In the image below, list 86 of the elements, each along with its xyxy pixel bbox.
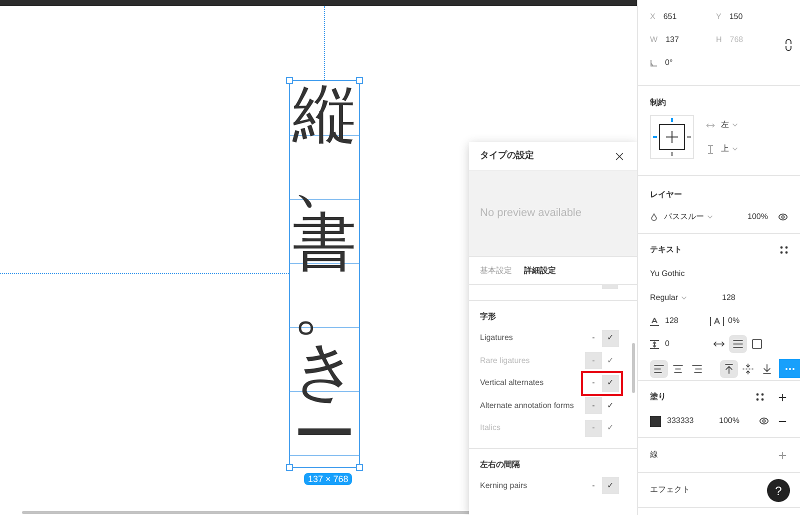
segmented-control[interactable]: - ✓	[581, 393, 623, 418]
feature-label: Vertical alternates	[480, 377, 544, 390]
feature-label: Ligatures	[480, 332, 513, 344]
auto-height-icon	[732, 338, 744, 350]
section-title: 制約	[650, 97, 667, 109]
section-title: エフェクト	[650, 484, 690, 496]
vertical-constraint-dropdown[interactable]: 上	[721, 143, 739, 155]
color-hex[interactable]: 333333	[667, 415, 719, 427]
blend-mode-icon	[650, 212, 658, 222]
feature-option[interactable]: -	[585, 397, 602, 414]
selection-handle[interactable]	[286, 77, 293, 84]
help-button[interactable]: ?	[767, 479, 790, 502]
blend-mode-dropdown[interactable]: パススルー	[664, 211, 714, 223]
selection-handle[interactable]	[286, 464, 293, 471]
opacity-value[interactable]: 100%	[748, 211, 768, 223]
section-title: 塗り	[650, 391, 666, 403]
scrollbar[interactable]	[22, 511, 472, 514]
line-height-icon	[650, 316, 659, 326]
angle-icon	[650, 60, 657, 66]
segmented-control[interactable]: - ✓	[581, 473, 623, 498]
field-value[interactable]: 0°	[665, 57, 673, 69]
letter-spacing-icon	[710, 316, 724, 326]
section-title: 字形	[480, 311, 497, 323]
horizontal-constraint-icon	[706, 120, 715, 130]
eye-icon[interactable]	[778, 212, 788, 222]
top-option[interactable]	[720, 360, 738, 378]
font-family[interactable]: Yu Gothic	[650, 268, 788, 280]
paragraph-spacing-icon	[650, 340, 659, 348]
feature-label: Alternate annotation forms	[480, 400, 574, 412]
selection-handle[interactable]	[356, 464, 363, 471]
chevron-down-icon	[706, 213, 714, 221]
feature-option[interactable]: -	[585, 477, 602, 494]
middle-icon	[742, 362, 754, 374]
feature-label: Italics	[480, 422, 500, 434]
feature-option[interactable]: -	[585, 374, 602, 392]
styles-icon[interactable]	[780, 246, 788, 254]
segmented-control[interactable]: - ✓	[581, 326, 623, 351]
constraint-widget[interactable]	[650, 115, 694, 159]
feature-label: Kerning pairs	[480, 480, 528, 492]
feature-label: Rare ligatures	[480, 354, 530, 367]
styles-icon[interactable]	[756, 393, 764, 401]
feature-option[interactable]: ✓	[602, 477, 619, 494]
auto-height-option[interactable]	[729, 335, 747, 353]
fixed-icon	[751, 338, 763, 350]
field-label: W	[650, 34, 658, 46]
bottom-icon	[761, 362, 773, 374]
font-style-dropdown[interactable]: Regular	[650, 292, 722, 304]
letter-spacing-value[interactable]: 0%	[728, 315, 740, 327]
section-title: 線	[650, 449, 658, 461]
field-label: X	[650, 11, 656, 23]
chevron-down-icon	[731, 145, 739, 153]
feature-option[interactable]: -	[585, 330, 602, 347]
size-label: 137 × 768	[304, 473, 352, 485]
dialog-title: タイプの設定	[480, 149, 534, 162]
top-icon	[723, 362, 735, 374]
section-title: レイヤー	[650, 189, 683, 201]
fill-opacity[interactable]: 100%	[719, 415, 740, 427]
field-value[interactable]: 150	[729, 11, 743, 23]
selection-handle[interactable]	[356, 77, 363, 84]
left-option[interactable]	[650, 360, 668, 378]
scrollbar-thumb[interactable]	[632, 343, 635, 393]
field-label: H	[716, 34, 722, 46]
left-icon	[653, 362, 665, 374]
eye-icon[interactable]	[759, 416, 769, 426]
field-label: Y	[716, 11, 722, 23]
paragraph-spacing-value[interactable]: 0	[665, 338, 670, 350]
vertical-constraint-icon	[706, 144, 715, 154]
right-icon	[691, 362, 703, 374]
feature-option[interactable]: ✓	[602, 374, 619, 392]
field-value[interactable]: 137	[666, 34, 679, 46]
add-icon[interactable]	[777, 392, 788, 402]
dialog-tab[interactable]: 詳細設定	[524, 264, 556, 276]
color-swatch[interactable]	[650, 416, 661, 426]
font-size-value[interactable]: 128	[722, 292, 736, 304]
chevron-down-icon	[731, 121, 739, 129]
constrain-proportions-icon[interactable]	[785, 39, 792, 51]
preview-message: No preview available	[480, 206, 582, 222]
chevron-down-icon	[680, 294, 688, 302]
center-icon	[672, 362, 684, 374]
feature-option[interactable]: ✓	[602, 397, 619, 414]
line-height-value[interactable]: 128	[665, 315, 678, 327]
field-value[interactable]: 651	[663, 11, 677, 23]
horizontal-constraint-dropdown[interactable]: 左	[721, 119, 739, 131]
section-title: テキスト	[650, 244, 682, 256]
feature-option[interactable]: ✓	[602, 330, 619, 347]
section-title: 左右の間隔	[480, 458, 521, 470]
